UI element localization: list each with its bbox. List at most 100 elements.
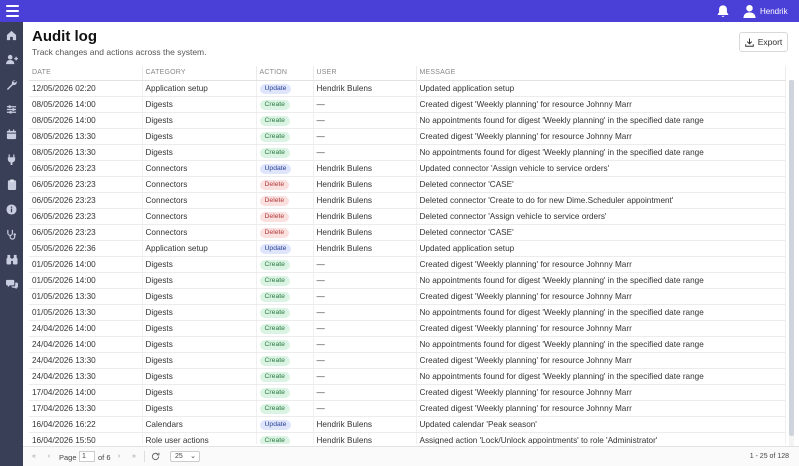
sidebar-item-messages[interactable] (4, 277, 19, 292)
page-number-input[interactable]: 1 (79, 451, 95, 462)
cell-user: — (313, 112, 417, 129)
sidebar-item-calendar[interactable] (4, 127, 19, 142)
table-row[interactable]: 17/04/2026 13:30 Digests Create — Created di… (29, 400, 786, 417)
table-row[interactable]: 24/04/2026 14:00 Digests Create — Created di… (29, 320, 786, 337)
action-badge: Create (259, 99, 290, 110)
cell-category: Connectors (142, 208, 257, 225)
table-row[interactable]: 08/05/2026 13:30 Digests Create — No appoint… (29, 144, 786, 161)
home-icon (6, 30, 17, 41)
table-row[interactable]: 24/04/2026 13:30 Digests Create — Created di… (29, 352, 786, 369)
cell-action: Delete (256, 208, 314, 225)
cell-date: 01/05/2026 14:00 (29, 272, 143, 289)
table-row[interactable]: 08/05/2026 13:30 Digests Create — Created di… (29, 128, 786, 145)
page-total: of 6 (98, 453, 111, 462)
cell-date: 06/05/2026 23:23 (29, 224, 143, 241)
cell-message: Created digest 'Weekly planning' for res… (416, 288, 786, 305)
refresh-icon[interactable] (151, 452, 160, 461)
cell-message: No appointments found for digest 'Weekly… (416, 144, 786, 161)
action-badge: Update (259, 243, 292, 254)
table-row[interactable]: 01/05/2026 13:30 Digests Create — No appoint… (29, 304, 786, 321)
table-row[interactable]: 16/04/2026 16:22 Calendars Update Hendrik B… (29, 416, 786, 433)
sidebar-item-tools[interactable] (4, 77, 19, 92)
last-page-button[interactable]: » (129, 452, 139, 462)
table-scrollbar[interactable] (789, 80, 794, 446)
cell-message: Deleted connector 'CASE' (416, 224, 786, 241)
cell-date: 16/04/2026 15:50 (29, 432, 143, 444)
cell-user: Hendrik Bulens (313, 80, 417, 97)
cell-date: 01/05/2026 13:30 (29, 288, 143, 305)
column-header-action[interactable]: ACTION (256, 66, 314, 81)
cell-message: Created digest 'Weekly planning' for res… (416, 128, 786, 145)
export-button[interactable]: Export (739, 32, 788, 52)
table-row[interactable]: 08/05/2026 14:00 Digests Create — No appoint… (29, 112, 786, 129)
export-label: Export (757, 37, 783, 47)
table-row[interactable]: 06/05/2026 23:23 Connectors Delete Hendrik … (29, 176, 786, 193)
table-row[interactable]: 17/04/2026 14:00 Digests Create — Created di… (29, 384, 786, 401)
cell-user: — (313, 384, 417, 401)
page-subtitle: Track changes and actions across the sys… (32, 47, 207, 57)
cell-category: Digests (142, 128, 257, 145)
sidebar-item-explore[interactable] (4, 252, 19, 267)
table-row[interactable]: 12/05/2026 02:20 Application setup Update H… (29, 80, 786, 97)
cell-category: Digests (142, 288, 257, 305)
cell-user: Hendrik Bulens (313, 192, 417, 209)
plug-icon (7, 154, 16, 165)
table-row[interactable]: 06/05/2026 23:23 Connectors Update Hendrik … (29, 160, 786, 177)
table-row[interactable]: 24/04/2026 14:00 Digests Create — No appoint… (29, 336, 786, 353)
table-row[interactable]: 16/04/2026 15:50 Role user actions Create H… (29, 432, 786, 444)
cell-category: Digests (142, 320, 257, 337)
cell-category: Connectors (142, 160, 257, 177)
sidebar-item-connectors[interactable] (4, 152, 19, 167)
table-row[interactable]: 01/05/2026 14:00 Digests Create — No appoint… (29, 272, 786, 289)
sidebar-item-info[interactable] (4, 202, 19, 217)
first-page-button[interactable]: « (29, 452, 39, 462)
cell-date: 24/04/2026 13:30 (29, 368, 143, 385)
cell-action: Delete (256, 224, 314, 241)
cell-message: No appointments found for digest 'Weekly… (416, 112, 786, 129)
sidebar (0, 22, 23, 466)
cell-action: Delete (256, 176, 314, 193)
cell-message: Updated application setup (416, 80, 786, 97)
cell-user: Hendrik Bulens (313, 160, 417, 177)
column-header-date[interactable]: DATE (29, 66, 143, 81)
cell-action: Create (256, 384, 314, 401)
action-badge: Create (259, 339, 290, 350)
cell-date: 17/04/2026 14:00 (29, 384, 143, 401)
column-header-category[interactable]: CATEGORY (142, 66, 257, 81)
column-header-message[interactable]: MESSAGE (416, 66, 786, 81)
prev-page-button[interactable]: ‹ (44, 452, 54, 462)
scrollbar-thumb[interactable] (789, 80, 794, 436)
table-row[interactable]: 06/05/2026 23:23 Connectors Delete Hendrik … (29, 192, 786, 209)
table-row[interactable]: 24/04/2026 13:30 Digests Create — No appoint… (29, 368, 786, 385)
next-page-button[interactable]: › (114, 452, 124, 462)
table-row[interactable]: 05/05/2026 22:36 Application setup Update H… (29, 240, 786, 257)
cell-user: — (313, 368, 417, 385)
user-menu[interactable]: Hendrik (743, 3, 788, 19)
column-header-user[interactable]: USER (313, 66, 417, 81)
cell-message: Updated application setup (416, 240, 786, 257)
action-badge: Create (259, 387, 290, 398)
table-row[interactable]: 06/05/2026 23:23 Connectors Delete Hendrik … (29, 224, 786, 241)
sidebar-item-settings[interactable] (4, 102, 19, 117)
table-row[interactable]: 08/05/2026 14:00 Digests Create — Created di… (29, 96, 786, 113)
hamburger-menu-icon[interactable] (6, 5, 19, 17)
sidebar-item-health[interactable] (4, 227, 19, 242)
cell-action: Update (256, 240, 314, 257)
cell-action: Create (256, 320, 314, 337)
wrench-icon (6, 80, 17, 90)
bell-icon[interactable] (716, 4, 730, 18)
page-size-select[interactable]: 25 ⌄ (170, 451, 200, 462)
cell-user: Hendrik Bulens (313, 224, 417, 241)
sidebar-item-audit[interactable] (4, 177, 19, 192)
pager-divider (144, 451, 145, 462)
table-row[interactable]: 01/05/2026 14:00 Digests Create — Created di… (29, 256, 786, 273)
action-badge: Delete (259, 227, 290, 238)
action-badge: Create (259, 291, 290, 302)
cell-message: No appointments found for digest 'Weekly… (416, 272, 786, 289)
cell-date: 24/04/2026 14:00 (29, 336, 143, 353)
sidebar-item-users[interactable] (4, 52, 19, 67)
table-row[interactable]: 06/05/2026 23:23 Connectors Delete Hendrik … (29, 208, 786, 225)
action-badge: Delete (259, 195, 290, 206)
table-row[interactable]: 01/05/2026 13:30 Digests Create — Created di… (29, 288, 786, 305)
sidebar-item-home[interactable] (4, 28, 19, 43)
